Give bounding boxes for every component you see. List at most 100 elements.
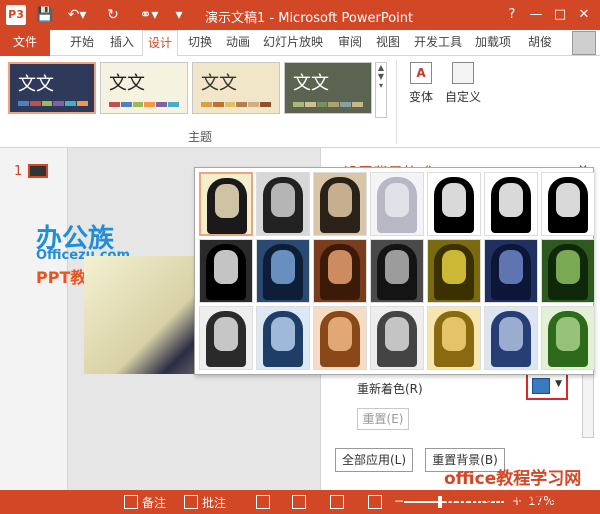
avatar[interactable] [572,31,596,55]
recolor-swatch[interactable] [313,172,367,236]
tab-view[interactable]: 视图 [370,30,406,56]
recolor-swatch[interactable] [541,172,595,236]
help-button[interactable]: ? [500,4,524,26]
swatch-face-shape [328,317,352,351]
customize-toolbar-icon[interactable]: ▾ [170,5,188,25]
comments-button[interactable]: 批注 [202,494,226,511]
tab-review[interactable]: 审阅 [332,30,368,56]
theme-color-swatch [65,101,77,106]
swatch-face-shape [328,183,352,217]
recolor-swatch[interactable] [256,306,310,370]
tab-slideshow[interactable]: 幻灯片放映 [258,30,328,56]
theme-color-swatch [316,102,328,107]
theme-thumbnail[interactable]: 文文 [284,62,372,114]
recolor-swatch[interactable] [199,239,253,303]
zoom-slider-handle[interactable] [438,496,442,508]
notes-button[interactable]: 备注 [142,494,166,511]
recolor-swatch[interactable] [370,172,424,236]
theme-color-swatch [248,102,260,107]
slide-sorter-icon[interactable] [292,495,306,509]
recolor-swatch[interactable] [484,239,538,303]
maximize-button[interactable]: □ [548,4,572,26]
recolor-swatch[interactable] [484,306,538,370]
close-window-button[interactable]: ✕ [572,4,596,26]
theme-color-swatch [132,102,144,107]
variant-button[interactable]: A 变体 [402,60,440,122]
swatch-face-shape [385,183,409,217]
theme-color-swatch [144,102,156,107]
theme-label: 文文 [293,73,329,94]
recolor-swatch[interactable] [370,239,424,303]
theme-color-swatch [260,102,271,107]
apply-all-button[interactable]: 全部应用(L) [335,448,413,472]
recolor-button[interactable]: ▼ [526,372,568,400]
recolor-swatch[interactable] [370,306,424,370]
theme-color-swatch [328,102,340,107]
normal-view-icon[interactable] [256,495,270,509]
tab-developer[interactable]: 开发工具 [408,30,468,56]
recolor-swatch[interactable] [541,306,595,370]
customize-label: 自定义 [444,90,481,104]
variant-icon: A [410,62,432,84]
tab-design[interactable]: 设计 [142,30,178,57]
recolor-swatch[interactable] [313,306,367,370]
recolor-swatch[interactable] [427,172,481,236]
undo-icon[interactable]: ↶▾ [64,5,90,25]
theme-color-swatch [224,102,236,107]
theme-color-swatch [352,102,363,107]
theme-label: 文文 [18,74,54,95]
swatch-face-shape [556,183,580,217]
tab-addins[interactable]: 加载项 [470,30,516,56]
zoom-out-icon[interactable]: − [394,494,404,508]
redo-icon[interactable]: ↻ [104,5,122,25]
theme-color-swatch [168,102,179,107]
theme-thumbnail[interactable]: 文文 [192,62,280,114]
recolor-gallery [194,167,595,375]
reset-button[interactable]: 重置(E) [357,408,409,430]
slide-thumbnails-pane: 1 [0,148,68,490]
theme-color-swatch [340,102,352,107]
tab-home[interactable]: 开始 [64,30,100,56]
recolor-swatch[interactable] [256,239,310,303]
theme-color-swatch [109,102,120,107]
ribbon-separator [396,60,397,144]
variant-label: 变体 [408,90,433,104]
theme-color-bars [201,102,271,107]
recolor-swatch[interactable] [313,239,367,303]
notes-icon [124,495,138,509]
theme-color-swatch [41,101,53,106]
theme-label: 文文 [201,73,237,94]
recolor-swatch[interactable] [427,239,481,303]
theme-thumbnail[interactable]: 文文 [8,62,96,114]
recolor-swatch[interactable] [256,172,310,236]
swatch-face-shape [499,317,523,351]
minimize-button[interactable]: — [524,4,548,26]
recolor-label: 重新着色(R) [357,382,423,396]
tab-transitions[interactable]: 切换 [182,30,218,56]
presenter-icon[interactable]: ⚭▾ [134,5,164,25]
user-name[interactable]: 胡俊 [520,30,560,56]
theme-color-swatch [156,102,168,107]
tab-file[interactable]: 文件 [0,30,50,56]
tab-animations[interactable]: 动画 [220,30,256,56]
recolor-swatch[interactable] [199,306,253,370]
swatch-face-shape [385,317,409,351]
theme-color-swatch [201,102,212,107]
recolor-swatch[interactable] [199,172,253,236]
theme-gallery-scroll[interactable]: ▲ ▼ ▾ [375,62,387,118]
reading-view-icon[interactable] [330,495,344,509]
theme-thumbnail[interactable]: 文文 [100,62,188,114]
swatch-face-shape [499,183,523,217]
recolor-swatch[interactable] [541,239,595,303]
theme-color-swatch [18,101,29,106]
slide-thumbnail[interactable] [28,164,48,178]
recolor-swatch[interactable] [484,172,538,236]
theme-color-swatch [77,101,88,106]
slideshow-icon[interactable] [368,495,382,509]
tab-insert[interactable]: 插入 [104,30,140,56]
slide-number: 1 [14,164,23,179]
customize-button[interactable]: 自定义 [444,60,482,122]
recolor-swatch[interactable] [427,306,481,370]
swatch-face-shape [499,250,523,284]
save-icon[interactable]: 💾 [36,5,54,25]
